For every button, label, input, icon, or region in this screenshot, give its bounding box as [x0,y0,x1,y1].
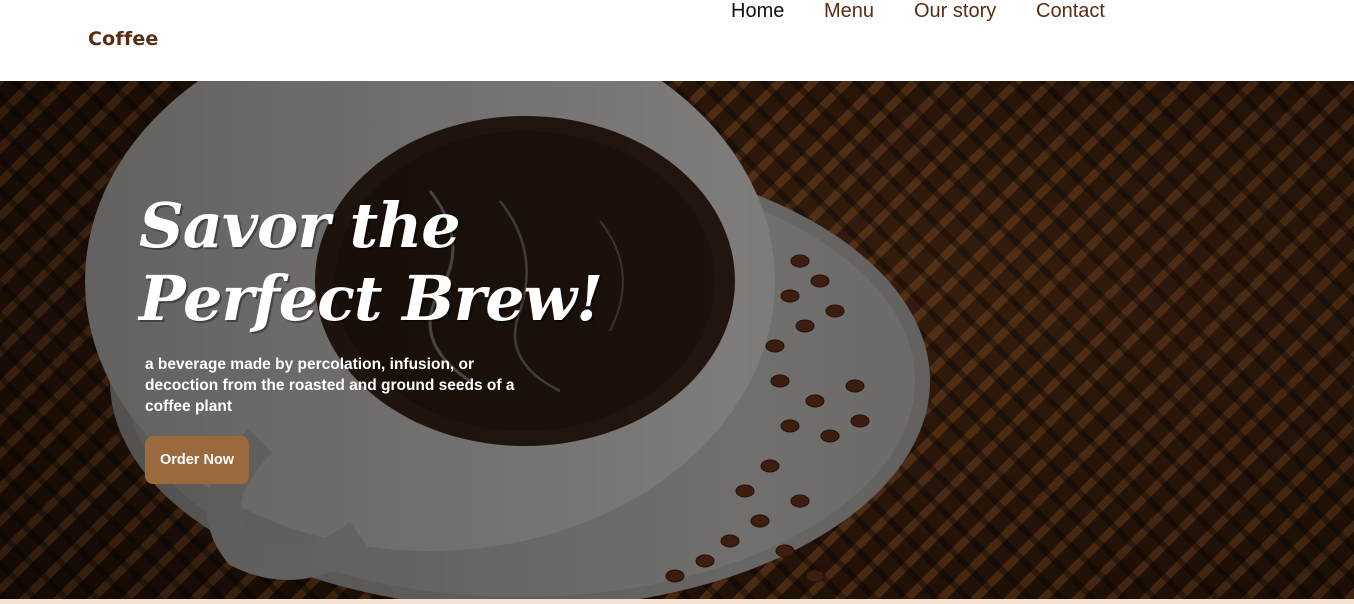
nav-link-contact[interactable]: Contact [1036,0,1105,23]
navbar: Coffee Home Menu Our story Contact [0,0,1354,81]
section-divider [0,599,1354,604]
hero-title-line-1: Savor the [139,189,461,262]
nav-link-home[interactable]: Home [731,0,784,23]
hero-title: Savor the Perfect Brew! [139,189,699,335]
hero-overlay [0,81,1354,599]
order-now-button[interactable]: Order Now [145,436,249,484]
nav-link-our-story[interactable]: Our story [914,0,996,23]
brand-logo[interactable]: Coffee [88,28,159,50]
nav-link-menu[interactable]: Menu [824,0,874,23]
hero-title-line-2: Perfect Brew! [139,262,603,335]
hero-section: Savor the Perfect Brew! a beverage made … [0,81,1354,599]
hero-description: a beverage made by percolation, infusion… [145,356,515,415]
